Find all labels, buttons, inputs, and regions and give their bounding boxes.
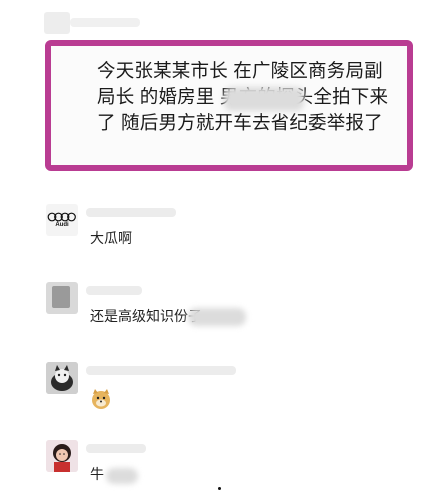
blurred-username (86, 208, 176, 217)
avatar-figure (52, 286, 70, 308)
cat-photo-avatar[interactable] (46, 362, 78, 394)
avatar-label: Audi (55, 221, 69, 228)
girl-photo-icon (46, 440, 78, 472)
top-avatar-partial (44, 12, 70, 34)
page-dot (218, 487, 221, 490)
blurred-redaction (224, 87, 304, 111)
gray-photo-avatar[interactable] (46, 282, 78, 314)
comment-text: 牛 (90, 466, 104, 482)
highlighted-post: 今天张某某市长 在广陵区商务局副局长 的婚房里 男方的探头全拍下来了 随后男方就… (45, 40, 413, 171)
top-name-partial (70, 18, 140, 27)
blurred-username (86, 366, 236, 375)
blurred-redaction (188, 308, 246, 326)
girl-photo-avatar[interactable] (46, 440, 78, 472)
blurred-redaction (106, 468, 138, 484)
blurred-username (86, 444, 146, 453)
blurred-username (86, 286, 142, 295)
audi-logo-avatar[interactable]: Audi (46, 204, 78, 236)
comment-text: 大瓜啊 (90, 230, 132, 246)
audi-rings-icon (47, 212, 76, 221)
doge-emoji-icon (92, 389, 110, 409)
cat-icon (46, 362, 78, 394)
comment-text: 还是高级知识份子 (90, 308, 202, 324)
